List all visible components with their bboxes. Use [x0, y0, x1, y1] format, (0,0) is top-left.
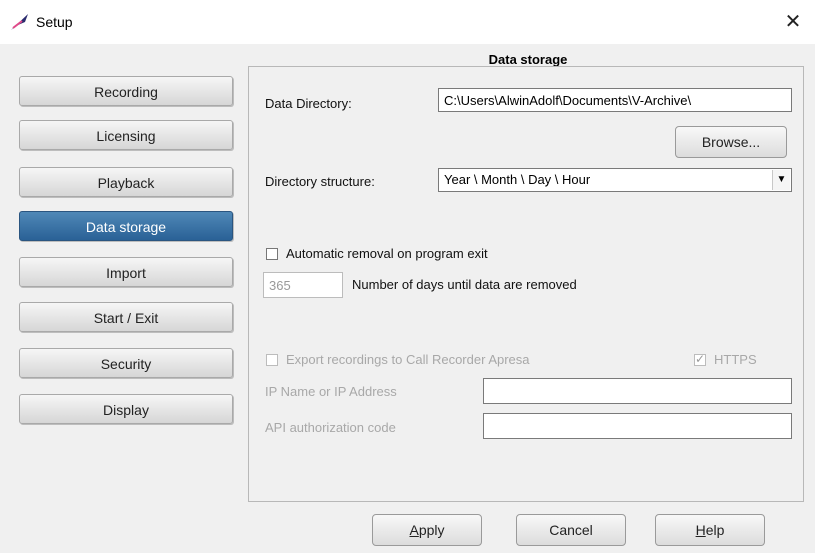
days-input[interactable] — [263, 272, 343, 298]
export-label: Export recordings to Call Recorder Apres… — [286, 352, 530, 367]
api-code-label: API authorization code — [265, 420, 396, 435]
ip-name-label: IP Name or IP Address — [265, 384, 397, 399]
directory-structure-value: Year \ Month \ Day \ Hour — [444, 172, 591, 187]
sidebar-item-licensing[interactable]: Licensing — [19, 120, 233, 150]
directory-structure-label: Directory structure: — [265, 174, 375, 189]
ip-name-input[interactable] — [483, 378, 792, 404]
auto-removal-label: Automatic removal on program exit — [286, 246, 488, 261]
https-label: HTTPS — [714, 352, 757, 367]
sidebar-item-security[interactable]: Security — [19, 348, 233, 378]
check-mark-icon: ✓ — [695, 352, 706, 366]
apply-mnemonic: A — [409, 522, 419, 538]
days-label: Number of days until data are removed — [352, 277, 577, 292]
sidebar-item-playback[interactable]: Playback — [19, 167, 233, 197]
auto-removal-checkbox[interactable] — [266, 248, 278, 260]
chevron-down-icon[interactable]: ▼ — [772, 170, 790, 190]
help-button[interactable]: Help — [655, 514, 765, 546]
help-label: elp — [705, 522, 725, 538]
help-mnemonic: H — [695, 522, 706, 538]
browse-button[interactable]: Browse... — [675, 126, 787, 158]
data-directory-input[interactable] — [438, 88, 792, 112]
panel-title: Data storage — [488, 52, 568, 67]
apply-label: pply — [418, 522, 445, 538]
window-title: Setup — [36, 14, 73, 30]
https-checkbox[interactable]: ✓ — [694, 352, 706, 366]
export-checkbox[interactable] — [266, 354, 278, 366]
sidebar-item-data-storage[interactable]: Data storage — [19, 211, 233, 241]
cancel-button[interactable]: Cancel — [516, 514, 626, 546]
app-feather-icon — [11, 14, 28, 30]
apply-button[interactable]: Apply — [372, 514, 482, 546]
dialog-body: Recording Licensing Playback Data storag… — [0, 44, 815, 553]
sidebar-item-display[interactable]: Display — [19, 394, 233, 424]
sidebar-item-import[interactable]: Import — [19, 257, 233, 287]
sidebar-item-recording[interactable]: Recording — [19, 76, 233, 106]
sidebar-item-start-exit[interactable]: Start / Exit — [19, 302, 233, 332]
close-icon[interactable]: ✕ — [781, 10, 805, 34]
data-directory-label: Data Directory: — [265, 96, 352, 111]
api-code-input[interactable] — [483, 413, 792, 439]
directory-structure-select[interactable]: Year \ Month \ Day \ Hour ▼ — [438, 168, 792, 192]
title-bar: Setup ✕ — [0, 0, 815, 44]
